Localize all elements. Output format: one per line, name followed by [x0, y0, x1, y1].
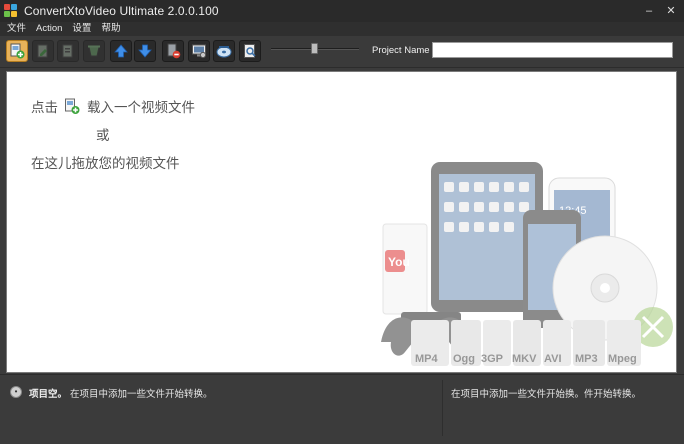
preview-button[interactable]: [239, 40, 261, 62]
arrow-up-icon: [114, 44, 128, 58]
add-file-button[interactable]: [6, 40, 28, 62]
or-text: 或: [96, 128, 110, 144]
status-divider: [442, 380, 443, 436]
file-drop-area[interactable]: 点击 载入一个视频文件 或 在这儿拖放您的视频文件 You MP4 Ogg 3G…: [6, 71, 677, 373]
monitor-settings-icon: [192, 44, 207, 59]
zoom-slider-thumb[interactable]: [311, 43, 318, 54]
status-separator: [0, 374, 684, 375]
monitor-settings-button[interactable]: [188, 40, 210, 62]
project-name-input[interactable]: [432, 42, 673, 58]
move-up-button[interactable]: [110, 40, 132, 62]
format-label-mp3: MP3: [575, 353, 598, 365]
file-settings-button[interactable]: [57, 40, 79, 62]
clean-icon: [88, 45, 100, 57]
edit-file-button[interactable]: [32, 40, 54, 62]
preview-icon: [244, 44, 256, 58]
minimize-button[interactable]: –: [640, 4, 658, 18]
status-bar: • 项目空。 在项目中添加一些文件开始转换。 在项目中添加一些文件开始换。件开始…: [0, 374, 684, 444]
youtube-logo-icon: You: [382, 223, 428, 315]
remove-file-button[interactable]: [162, 40, 184, 62]
load-hint-suffix: 载入一个视频文件: [87, 100, 195, 116]
move-down-button[interactable]: [134, 40, 156, 62]
format-label-mp4: MP4: [415, 353, 439, 365]
add-file-icon[interactable]: [64, 98, 80, 115]
load-hint-prefix: 点击: [31, 100, 58, 116]
project-status-message: 在项目中添加一些文件开始转换。: [70, 389, 213, 400]
format-label-mkv: MKV: [512, 353, 537, 365]
format-label-mpeg: Mpeg: [608, 353, 637, 365]
menu-file[interactable]: 文件: [7, 22, 26, 36]
burn-disc-icon: [216, 46, 232, 58]
remove-file-icon: [167, 43, 181, 59]
add-file-icon: [10, 43, 25, 59]
title-bar: ConvertXtoVideo Ultimate 2.0.0.100 – ✕: [0, 0, 684, 22]
conversion-status-message: 在项目中添加一些文件开始换。件开始转换。: [451, 389, 642, 400]
project-status-label: 项目空。: [29, 389, 68, 400]
load-file-hint: 点击 载入一个视频文件: [31, 96, 195, 116]
project-name-label: Project Name: [372, 45, 430, 56]
menu-action[interactable]: Action: [36, 22, 62, 36]
burn-disc-button[interactable]: [213, 40, 235, 62]
format-label-3gp: 3GP: [481, 353, 503, 365]
devices-illustration: You 12:45: [381, 162, 673, 366]
clean-button[interactable]: [83, 40, 105, 62]
app-logo-icon: [4, 4, 18, 18]
edit-file-icon: [37, 44, 48, 58]
window-title: ConvertXtoVideo Ultimate 2.0.0.100: [24, 4, 219, 18]
file-settings-icon: [62, 44, 73, 58]
svg-text:You: You: [388, 255, 410, 269]
drag-drop-hint: 在这儿拖放您的视频文件: [31, 156, 180, 172]
close-button[interactable]: ✕: [662, 4, 680, 18]
arrow-down-icon: [138, 44, 152, 58]
menu-settings[interactable]: 设置: [72, 22, 91, 36]
info-icon: •: [10, 386, 22, 398]
format-label-avi: AVI: [544, 353, 562, 365]
menu-help[interactable]: 帮助: [101, 22, 120, 36]
format-label-ogg: Ogg: [453, 353, 475, 365]
menu-bar: 文件 Action 设置 帮助: [0, 22, 684, 36]
